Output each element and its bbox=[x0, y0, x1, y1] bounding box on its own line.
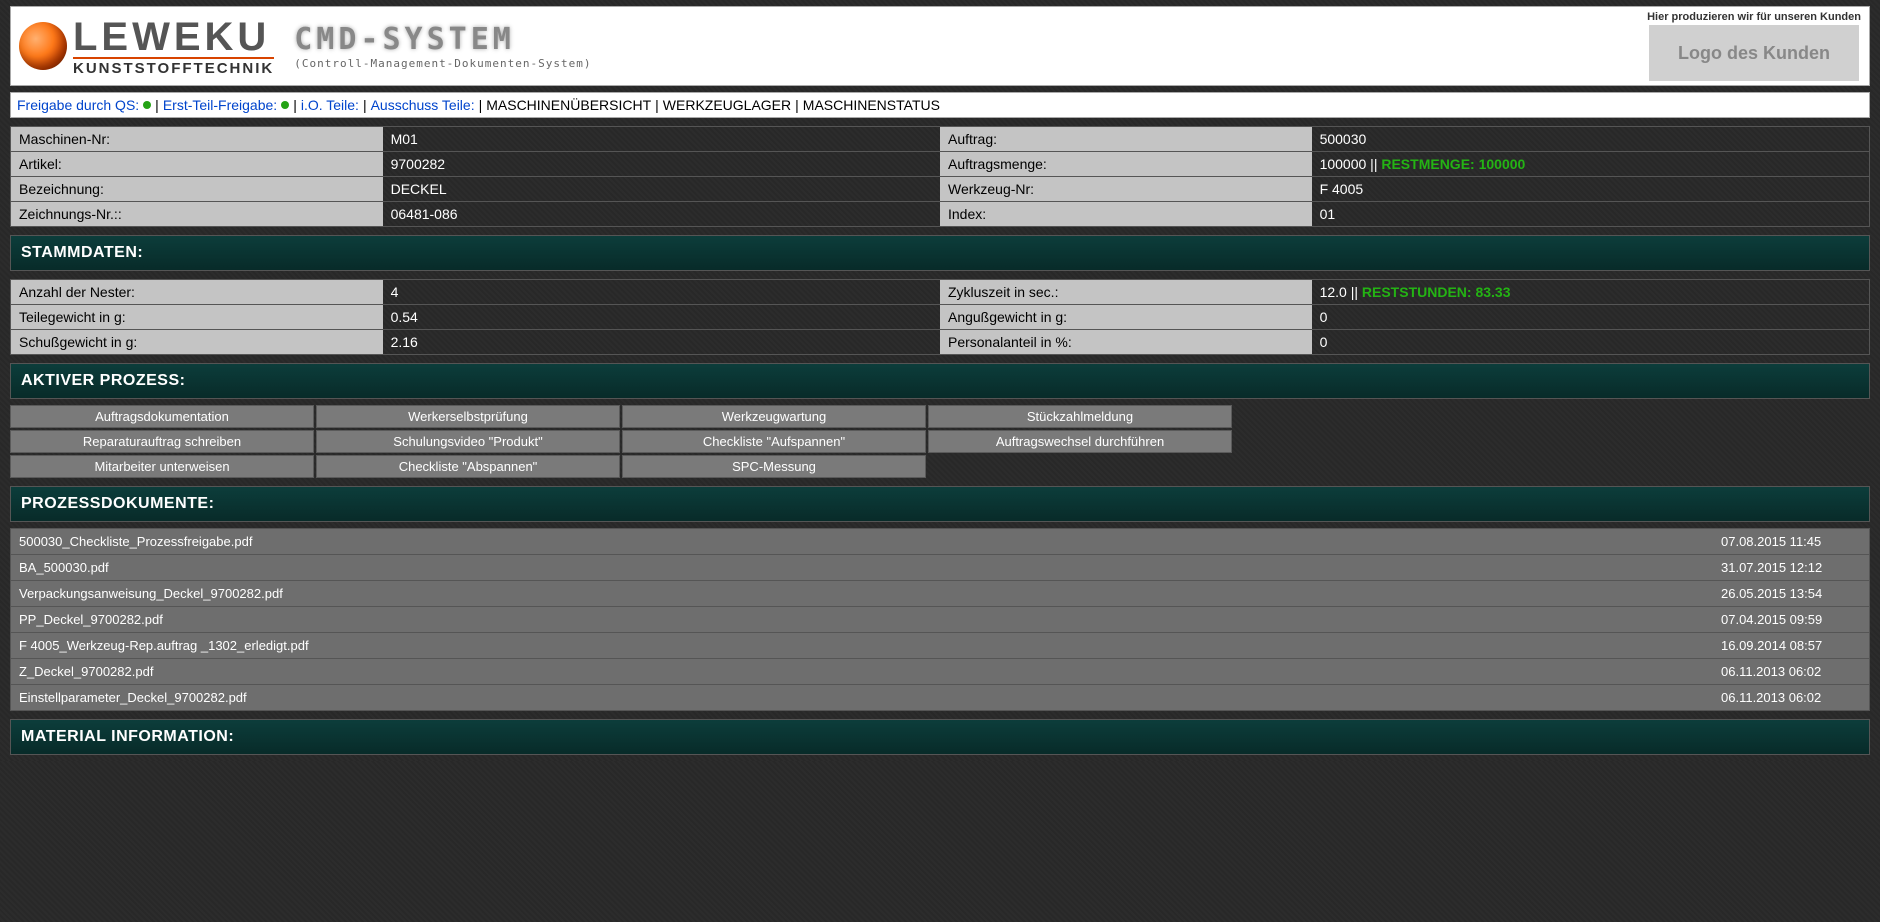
label-zeichnungs-nr: Zeichnungs-Nr.:: bbox=[11, 202, 383, 226]
section-prozessdokumente: PROZESSDOKUMENTE: bbox=[10, 486, 1870, 522]
value-personalanteil: 0 bbox=[1312, 330, 1869, 354]
value-auftrag: 500030 bbox=[1312, 127, 1869, 152]
value-index: 01 bbox=[1312, 202, 1869, 226]
label-auftrag: Auftrag: bbox=[940, 127, 1312, 152]
order-info-panel: Maschinen-Nr: M01 Auftrag: 500030 Artike… bbox=[10, 126, 1870, 227]
nav-maschinenstatus[interactable]: MASCHINENSTATUS bbox=[803, 97, 940, 113]
link-ausschuss-teile[interactable]: Ausschuss Teile: bbox=[371, 97, 475, 113]
label-bezeichnung: Bezeichnung: bbox=[11, 177, 383, 202]
document-date: 06.11.2013 06:02 bbox=[1721, 690, 1861, 705]
document-name: 500030_Checkliste_Prozessfreigabe.pdf bbox=[19, 534, 252, 549]
document-name: Verpackungsanweisung_Deckel_9700282.pdf bbox=[19, 586, 283, 601]
document-name: PP_Deckel_9700282.pdf bbox=[19, 612, 163, 627]
document-row[interactable]: Einstellparameter_Deckel_9700282.pdf 06.1… bbox=[11, 685, 1869, 710]
customer-hint: Hier produzieren wir für unseren Kunden bbox=[1647, 11, 1861, 23]
label-zykluszeit: Zykluszeit in sec.: bbox=[940, 280, 1312, 305]
process-button[interactable]: Mitarbeiter unterweisen bbox=[10, 455, 314, 478]
logo-cmd-system: CMD-SYSTEM (Controll-Management-Dokument… bbox=[294, 22, 591, 70]
value-schussgewicht: 2.16 bbox=[383, 330, 940, 354]
process-buttons-grid: AuftragsdokumentationWerkerselbstprüfung… bbox=[10, 405, 1870, 478]
value-angussgewicht: 0 bbox=[1312, 305, 1869, 330]
process-button[interactable]: Auftragswechsel durchführen bbox=[928, 430, 1232, 453]
process-button[interactable]: Checkliste "Abspannen" bbox=[316, 455, 620, 478]
label-teilegewicht: Teilegewicht in g: bbox=[11, 305, 383, 330]
section-stammdaten: STAMMDATEN: bbox=[10, 235, 1870, 271]
document-row[interactable]: 500030_Checkliste_Prozessfreigabe.pdf 07.… bbox=[11, 529, 1869, 555]
document-date: 07.08.2015 11:45 bbox=[1721, 534, 1861, 549]
stammdaten-panel: Anzahl der Nester: 4 Zykluszeit in sec.:… bbox=[10, 279, 1870, 355]
customer-area: Hier produzieren wir für unseren Kunden … bbox=[1647, 11, 1861, 81]
value-auftragsmenge: 100000 || RESTMENGE: 100000 bbox=[1312, 152, 1869, 177]
leweku-title: LEWEKU bbox=[73, 17, 274, 57]
document-row[interactable]: BA_500030.pdf 31.07.2015 12:12 bbox=[11, 555, 1869, 581]
process-button[interactable]: Checkliste "Aufspannen" bbox=[622, 430, 926, 453]
process-button[interactable]: SPC-Messung bbox=[622, 455, 926, 478]
status-dot-green-icon bbox=[281, 101, 289, 109]
document-date: 31.07.2015 12:12 bbox=[1721, 560, 1861, 575]
document-name: F 4005_Werkzeug-Rep.auftrag _1302_erledi… bbox=[19, 638, 309, 653]
customer-logo-placeholder: Logo des Kunden bbox=[1649, 25, 1859, 81]
leweku-subtitle: KUNSTSTOFFTECHNIK bbox=[73, 57, 274, 76]
document-date: 06.11.2013 06:02 bbox=[1721, 664, 1861, 679]
process-button[interactable]: Reparaturauftrag schreiben bbox=[10, 430, 314, 453]
value-anzahl-nester: 4 bbox=[383, 280, 940, 305]
value-artikel: 9700282 bbox=[383, 152, 940, 177]
document-date: 26.05.2015 13:54 bbox=[1721, 586, 1861, 601]
value-bezeichnung: DECKEL bbox=[383, 177, 940, 202]
document-row[interactable]: Verpackungsanweisung_Deckel_9700282.pdf 2… bbox=[11, 581, 1869, 607]
cmd-title: CMD-SYSTEM bbox=[294, 22, 591, 57]
label-angussgewicht: Angußgewicht in g: bbox=[940, 305, 1312, 330]
process-button[interactable]: Werkerselbstprüfung bbox=[316, 405, 620, 428]
nav-werkzeuglager[interactable]: WERKZEUGLAGER bbox=[663, 97, 791, 113]
status-nav-bar: Freigabe durch QS: | Erst-Teil-Freigabe:… bbox=[10, 92, 1870, 118]
value-maschinen-nr: M01 bbox=[383, 127, 940, 152]
document-name: Z_Deckel_9700282.pdf bbox=[19, 664, 153, 679]
process-button[interactable]: Stückzahlmeldung bbox=[928, 405, 1232, 428]
nav-maschinenuebersicht[interactable]: MASCHINENÜBERSICHT bbox=[486, 97, 651, 113]
value-zykluszeit: 12.0 || RESTSTUNDEN: 83.33 bbox=[1312, 280, 1869, 305]
document-name: Einstellparameter_Deckel_9700282.pdf bbox=[19, 690, 247, 705]
label-index: Index: bbox=[940, 202, 1312, 226]
label-anzahl-nester: Anzahl der Nester: bbox=[11, 280, 383, 305]
value-zeichnungs-nr: 06481-086 bbox=[383, 202, 940, 226]
document-row[interactable]: F 4005_Werkzeug-Rep.auftrag _1302_erledi… bbox=[11, 633, 1869, 659]
link-erstteil-freigabe[interactable]: Erst-Teil-Freigabe: bbox=[163, 97, 277, 113]
process-button[interactable]: Auftragsdokumentation bbox=[10, 405, 314, 428]
documents-list: 500030_Checkliste_Prozessfreigabe.pdf 07.… bbox=[10, 528, 1870, 711]
cmd-subtitle: (Controll-Management-Dokumenten-System) bbox=[294, 57, 591, 70]
document-row[interactable]: Z_Deckel_9700282.pdf 06.11.2013 06:02 bbox=[11, 659, 1869, 685]
process-button[interactable]: Schulungsvideo "Produkt" bbox=[316, 430, 620, 453]
document-date: 07.04.2015 09:59 bbox=[1721, 612, 1861, 627]
label-werkzeug-nr: Werkzeug-Nr: bbox=[940, 177, 1312, 202]
value-werkzeug-nr: F 4005 bbox=[1312, 177, 1869, 202]
link-freigabe-qs[interactable]: Freigabe durch QS: bbox=[17, 97, 139, 113]
document-row[interactable]: PP_Deckel_9700282.pdf 07.04.2015 09:59 bbox=[11, 607, 1869, 633]
section-material-information: MATERIAL INFORMATION: bbox=[10, 719, 1870, 755]
label-schussgewicht: Schußgewicht in g: bbox=[11, 330, 383, 354]
link-io-teile[interactable]: i.O. Teile: bbox=[301, 97, 359, 113]
sphere-icon bbox=[19, 22, 67, 70]
section-aktiver-prozess: AKTIVER PROZESS: bbox=[10, 363, 1870, 399]
document-date: 16.09.2014 08:57 bbox=[1721, 638, 1861, 653]
label-maschinen-nr: Maschinen-Nr: bbox=[11, 127, 383, 152]
label-auftragsmenge: Auftragsmenge: bbox=[940, 152, 1312, 177]
document-name: BA_500030.pdf bbox=[19, 560, 109, 575]
label-personalanteil: Personalanteil in %: bbox=[940, 330, 1312, 354]
logo-leweku: LEWEKU KUNSTSTOFFTECHNIK bbox=[19, 17, 274, 76]
status-dot-green-icon bbox=[143, 101, 151, 109]
app-header: LEWEKU KUNSTSTOFFTECHNIK CMD-SYSTEM (Con… bbox=[10, 6, 1870, 86]
label-artikel: Artikel: bbox=[11, 152, 383, 177]
value-teilegewicht: 0.54 bbox=[383, 305, 940, 330]
process-button[interactable]: Werkzeugwartung bbox=[622, 405, 926, 428]
